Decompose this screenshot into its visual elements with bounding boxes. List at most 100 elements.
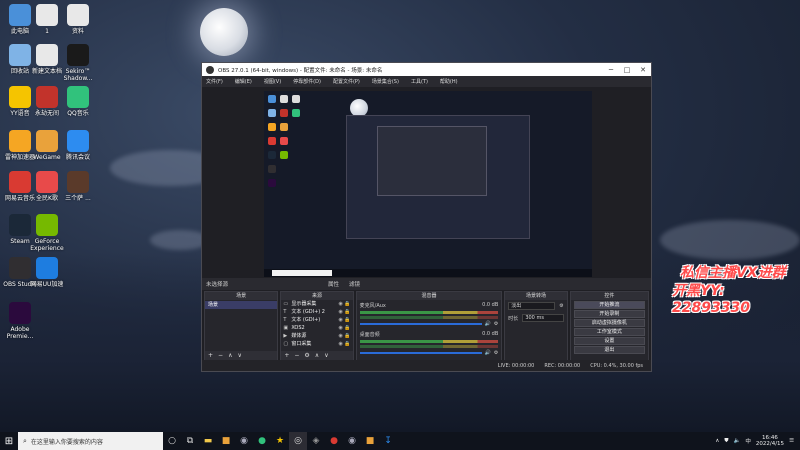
- gear-icon[interactable]: ⚙: [494, 350, 498, 356]
- remove-icon[interactable]: −: [218, 352, 223, 359]
- transition-duration-row: 时长 300 ms: [505, 312, 566, 324]
- desktop-shortcut[interactable]: 资料: [58, 4, 98, 35]
- desktop-shortcut[interactable]: QQ音乐: [58, 86, 98, 117]
- qq-music-taskbar-icon[interactable]: ●: [253, 432, 271, 450]
- clock[interactable]: 16:46 2022/4/15: [756, 435, 784, 447]
- add-icon[interactable]: +: [208, 352, 213, 359]
- filters-button[interactable]: 滤镜: [349, 280, 360, 288]
- network-icon[interactable]: ⛊: [724, 438, 728, 445]
- mixer-header: 混音器: [356, 292, 502, 300]
- gear-icon[interactable]: ⚙: [494, 321, 498, 327]
- menu-tools[interactable]: 工具(T): [411, 78, 428, 85]
- menu-view[interactable]: 视图(V): [264, 78, 281, 85]
- gear-icon[interactable]: ⚙: [559, 303, 563, 309]
- desktop-shortcut[interactable]: 腾讯会议: [58, 130, 98, 161]
- sources-dock: 来源 ▭ 显示器采集 ◉ 🔒 T 文本 (GDI+) 2 ◉ 🔒 T 文本 (GDI+) ◉ 🔒…: [280, 291, 354, 361]
- desktop-shortcut[interactable]: 三个萨 ...: [58, 171, 98, 202]
- app-taskbar-icon[interactable]: ◈: [307, 432, 325, 450]
- steam-taskbar-icon[interactable]: ◉: [235, 432, 253, 450]
- source-item[interactable]: ▭ 显示器采集 ◉ 🔒: [281, 300, 352, 308]
- netease-taskbar-icon[interactable]: ●: [325, 432, 343, 450]
- visibility-lock-icons[interactable]: ◉ 🔒: [338, 300, 352, 308]
- desktop-shortcut-label: WeGame: [33, 154, 61, 161]
- start-virtual-camera-button[interactable]: 启动虚拟摄像机: [573, 319, 645, 327]
- windows-start-icon[interactable]: ⊞: [0, 432, 18, 450]
- maximize-button[interactable]: □: [619, 63, 635, 76]
- uu-icon: [36, 257, 58, 279]
- desktop-shortcut[interactable]: 网易UU加速: [27, 257, 67, 288]
- wegame-taskbar-icon[interactable]: ■: [217, 432, 235, 450]
- desktop-shortcut[interactable]: Adobe Premie...: [0, 302, 40, 340]
- start-recording-button[interactable]: 开始录制: [573, 310, 645, 318]
- chevron-up-icon[interactable]: ∧: [315, 352, 319, 359]
- preview-desktop-icon: [268, 109, 276, 117]
- remove-icon[interactable]: −: [294, 352, 299, 359]
- visibility-lock-icons[interactable]: ◉ 🔒: [338, 340, 352, 348]
- obs-docks: 场景 场景 + − ∧ ∨ 来源 ▭ 显示器采集 ◉ 🔒 T 文本 (GDI+) 2 ◉ …: [202, 291, 651, 361]
- visibility-lock-icons[interactable]: ◉ 🔒: [338, 332, 352, 340]
- ime-indicator[interactable]: 中: [745, 437, 751, 445]
- task-view-icon[interactable]: ○: [163, 432, 181, 450]
- visibility-lock-icons[interactable]: ◉ 🔒: [338, 316, 352, 324]
- chevron-up-icon[interactable]: ∧: [228, 352, 232, 359]
- source-item[interactable]: ▢ 窗口采集 ◉ 🔒: [281, 340, 352, 348]
- studio-mode-button[interactable]: 工作室模式: [573, 328, 645, 336]
- pin-taskbar-icon[interactable]: ↧: [379, 432, 397, 450]
- tray-expand-icon[interactable]: ∧: [715, 438, 719, 444]
- exit-button[interactable]: 退出: [573, 346, 645, 354]
- menu-scene-collection[interactable]: 场景集合(S): [372, 78, 399, 85]
- speaker-icon[interactable]: 🔊: [485, 350, 491, 356]
- menu-profile[interactable]: 配置文件(P): [333, 78, 360, 85]
- notification-icon[interactable]: ☰: [789, 438, 794, 444]
- minimize-button[interactable]: ─: [603, 63, 619, 76]
- star-taskbar-icon[interactable]: ★: [271, 432, 289, 450]
- source-name: 显示器采集: [291, 301, 317, 307]
- start-streaming-button[interactable]: 开始推流: [573, 301, 645, 309]
- widgets-icon[interactable]: ⧉: [181, 432, 199, 450]
- volume-slider[interactable]: [359, 323, 482, 325]
- visibility-lock-icons[interactable]: ◉ 🔒: [338, 324, 352, 332]
- volume-slider-row: 🔊 ⚙: [359, 350, 498, 356]
- obs-taskbar-icon[interactable]: ◎: [289, 432, 307, 450]
- source-item[interactable]: ▣ XOS2 ◉ 🔒: [281, 324, 352, 332]
- desktop-shortcut[interactable]: Sekiro™ Shadow...: [58, 44, 98, 82]
- visibility-lock-icons[interactable]: ◉ 🔒: [338, 308, 352, 316]
- desktop-shortcut-label: 永劫无间: [34, 110, 59, 117]
- obs-titlebar[interactable]: OBS 27.0.1 (64-bit, windows) - 配置文件: 未命名…: [202, 63, 651, 76]
- menu-docks[interactable]: 停靠部件(D): [293, 78, 321, 85]
- live-time: LIVE: 00:00:00: [497, 362, 535, 369]
- speaker-icon[interactable]: 🔊: [485, 321, 491, 327]
- transition-type-row: 淡出 ⚙: [505, 300, 566, 312]
- menu-help[interactable]: 帮助(H): [440, 78, 458, 85]
- taskbar-search[interactable]: ⌕ 在这里输入你要搜索的内容: [18, 432, 163, 450]
- file-explorer-icon[interactable]: ▬: [199, 432, 217, 450]
- chevron-down-icon[interactable]: ∨: [237, 352, 241, 359]
- wegame-taskbar-icon-2[interactable]: ■: [361, 432, 379, 450]
- channel-db: 0.0 dB: [482, 331, 499, 337]
- source-item[interactable]: T 文本 (GDI+) ◉ 🔒: [281, 316, 352, 324]
- source-item[interactable]: ▶ 媒体源 ◉ 🔒: [281, 332, 352, 340]
- geforce-icon: [36, 214, 58, 236]
- close-button[interactable]: ✕: [635, 63, 651, 76]
- menu-file[interactable]: 文件(F): [206, 78, 223, 85]
- duration-input[interactable]: 300 ms: [522, 314, 564, 322]
- steam-taskbar-icon-2[interactable]: ◉: [343, 432, 361, 450]
- menu-edit[interactable]: 编辑(E): [235, 78, 252, 85]
- source-name: XOS2: [291, 325, 305, 331]
- settings-button[interactable]: 设置: [573, 337, 645, 345]
- obs-preview-canvas[interactable]: [264, 91, 592, 277]
- properties-button[interactable]: 属性: [328, 280, 339, 288]
- transition-type-select[interactable]: 淡出: [508, 302, 556, 310]
- mixer-channels: 麦克风/Aux 0.0 dB 🔊 ⚙ 桌面音频 0.0 dB 🔊 ⚙: [357, 300, 502, 358]
- clock-date: 2022/4/15: [755, 441, 785, 447]
- channel-name: 桌面音频: [359, 332, 380, 338]
- volume-slider[interactable]: [359, 352, 482, 354]
- chevron-down-icon[interactable]: ∨: [324, 352, 328, 359]
- gear-icon[interactable]: ⚙: [304, 352, 309, 359]
- desktop-shortcut[interactable]: GeForce Experience: [27, 214, 67, 252]
- speaker-icon[interactable]: 🔈: [733, 438, 740, 444]
- add-icon[interactable]: +: [284, 352, 289, 359]
- scene-item[interactable]: 场景: [205, 301, 278, 309]
- source-item[interactable]: T 文本 (GDI+) 2 ◉ 🔒: [281, 308, 352, 316]
- obs-icon: [206, 65, 214, 74]
